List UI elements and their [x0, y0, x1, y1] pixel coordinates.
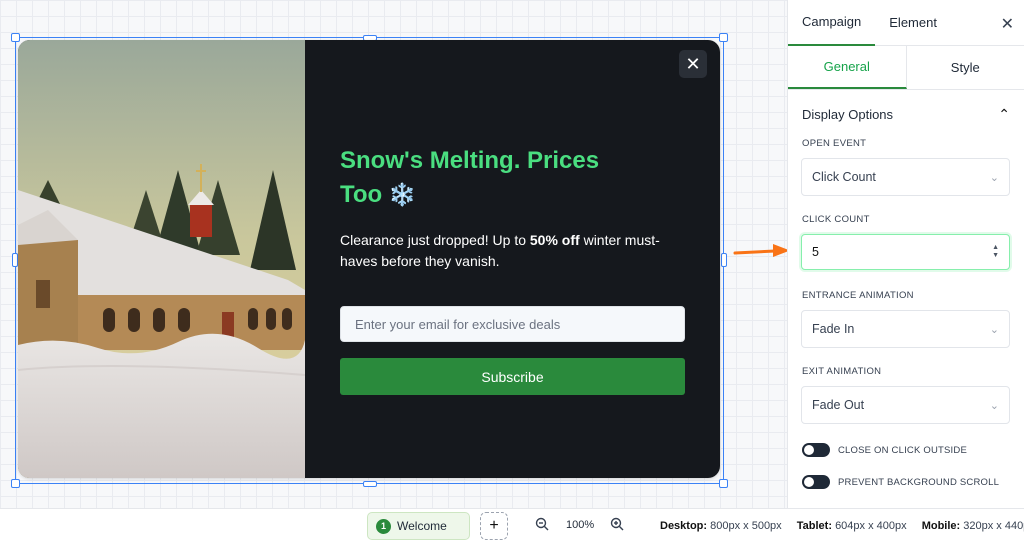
- panel-tabs: Campaign Element ✕: [788, 0, 1024, 46]
- tab-campaign[interactable]: Campaign: [788, 0, 876, 46]
- page-tab-welcome[interactable]: 1 Welcome: [367, 512, 470, 540]
- click-count-label: CLICK COUNT: [802, 214, 870, 225]
- email-input[interactable]: [340, 306, 685, 342]
- display-options-header[interactable]: Display Options ⌃: [788, 90, 1024, 138]
- winter-church-image: [18, 40, 305, 478]
- device-dimensions: Desktop: 800px x 500px Tablet: 604px x 4…: [660, 520, 1024, 532]
- close-icon: ✕: [685, 54, 701, 74]
- zoom-level: 100%: [566, 519, 595, 531]
- popup-headline: Snow's Melting. Prices Too ❄️: [340, 147, 600, 208]
- chevron-down-icon: ⌄: [989, 399, 999, 412]
- snowflake-icon: ❄️: [388, 182, 417, 207]
- zoom-in-icon[interactable]: [610, 517, 624, 534]
- popup-preview[interactable]: ✕ Snow's Melting. Prices Too ❄️ Clearanc…: [18, 40, 720, 478]
- chevron-down-icon: ⌄: [989, 323, 999, 336]
- page-number-badge: 1: [376, 518, 391, 534]
- subscribe-button[interactable]: Subscribe: [340, 358, 685, 395]
- tab-style[interactable]: Style: [906, 46, 1024, 89]
- orange-arrow-annotation: [733, 244, 790, 257]
- exit-animation-label: EXIT ANIMATION: [802, 366, 882, 377]
- close-on-click-outside-toggle[interactable]: [802, 443, 830, 457]
- resize-handle-bottom[interactable]: [363, 481, 377, 487]
- popup-body-text: Clearance just dropped! Up to 50% off wi…: [340, 232, 660, 269]
- entrance-animation-label: ENTRANCE ANIMATION: [802, 290, 914, 301]
- popup-content: ✕ Snow's Melting. Prices Too ❄️ Clearanc…: [305, 40, 720, 478]
- chevron-down-icon: ⌄: [989, 171, 999, 184]
- resize-handle-bottom-right[interactable]: [719, 479, 728, 488]
- tab-element[interactable]: Element: [875, 0, 951, 46]
- bottom-bar: 1 Welcome + 100% Desktop: 800px x 500px …: [0, 508, 1024, 542]
- zoom-out-icon[interactable]: [535, 517, 549, 534]
- add-page-button[interactable]: +: [480, 512, 508, 540]
- tab-general[interactable]: General: [788, 46, 907, 89]
- close-on-click-outside-row: CLOSE ON CLICK OUTSIDE: [788, 434, 1024, 466]
- section-title: Display Options: [802, 106, 894, 122]
- click-count-input[interactable]: 5 ▲ ▼: [801, 234, 1010, 270]
- open-event-label: OPEN EVENT: [802, 138, 867, 149]
- open-event-select[interactable]: Click Count ⌄: [801, 158, 1010, 196]
- panel-close-icon[interactable]: ✕: [1001, 14, 1014, 34]
- resize-handle-top-right[interactable]: [719, 33, 728, 42]
- exit-animation-select[interactable]: Fade Out ⌄: [801, 386, 1010, 424]
- resize-handle-right[interactable]: [721, 253, 727, 267]
- chevron-up-icon: ⌃: [998, 105, 1010, 122]
- number-stepper-icon[interactable]: ▲ ▼: [992, 244, 999, 260]
- prevent-background-scroll-row: PREVENT BACKGROUND SCROLL: [788, 466, 1024, 498]
- sub-tabs: General Style: [788, 46, 1024, 90]
- popup-close-button[interactable]: ✕: [679, 50, 707, 78]
- settings-panel: Campaign Element ✕ General Style Display…: [787, 0, 1024, 508]
- prevent-background-scroll-toggle[interactable]: [802, 475, 830, 489]
- entrance-animation-select[interactable]: Fade In ⌄: [801, 310, 1010, 348]
- resize-handle-bottom-left[interactable]: [11, 479, 20, 488]
